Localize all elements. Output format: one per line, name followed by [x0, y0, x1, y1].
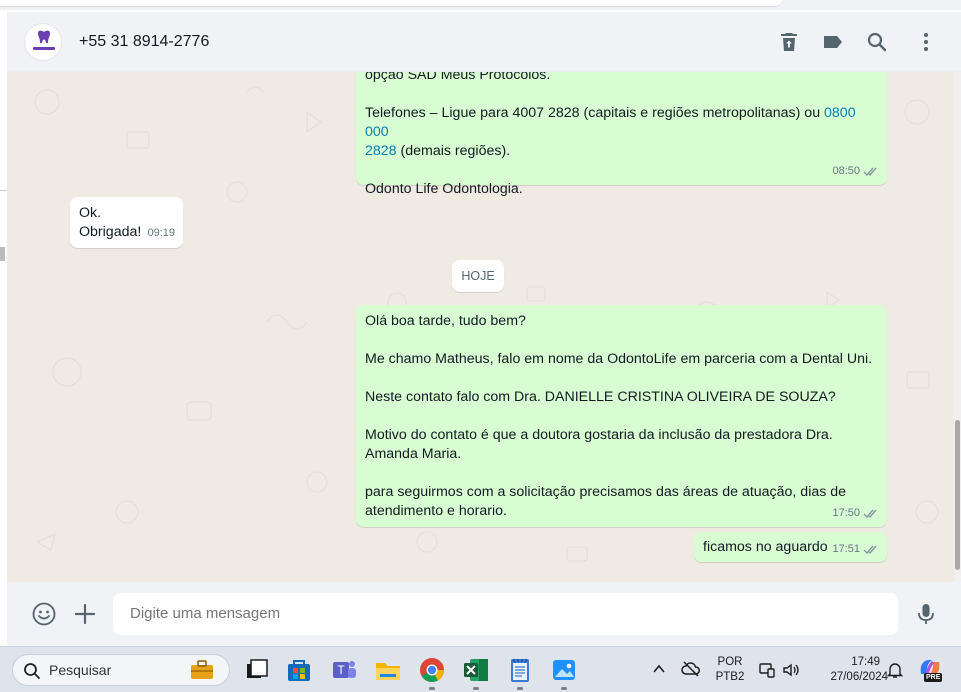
chat-scrollbar[interactable] [954, 72, 961, 582]
message-text: Ok. [79, 205, 102, 221]
briefcase-icon [191, 660, 213, 679]
message-meta: 09:19 [147, 224, 175, 243]
trash-icon[interactable] [777, 30, 801, 54]
menu-icon[interactable] [914, 30, 938, 54]
scrollbar-thumb[interactable] [955, 420, 960, 570]
message-bubble-outgoing[interactable]: opção SAD Meus Protocolos. Telefones – L… [356, 72, 887, 197]
double-check-icon [863, 545, 877, 555]
network-icon[interactable] [758, 661, 776, 679]
browser-top-strip [0, 0, 961, 10]
chrome-icon[interactable] [417, 655, 447, 685]
notepad-icon[interactable] [505, 655, 535, 685]
copilot-badge: PRE [924, 673, 943, 682]
message-text: Me chamo Matheus, falo em nome da Odonto… [365, 351, 873, 367]
message-composer [7, 582, 961, 646]
message-bubble-outgoing[interactable]: ficamos no aguardo 17:51 [694, 532, 887, 562]
clock[interactable]: 17:49 27/06/2024 [808, 656, 888, 683]
file-explorer-icon[interactable] [373, 655, 403, 685]
double-check-icon [863, 509, 877, 519]
message-text: Telefones – Ligue para 4007 2828 (capita… [365, 104, 878, 161]
tooth-logo-icon [33, 30, 55, 50]
photos-running-indicator [561, 687, 567, 690]
message-meta: 08:50 [832, 162, 879, 181]
message-text: atendimento e horario. [365, 503, 507, 519]
notepad-running-indicator [517, 687, 523, 690]
double-check-icon [863, 167, 877, 177]
message-text: opção SAD Meus Protocolos. [365, 72, 551, 83]
microphone-icon[interactable] [913, 601, 939, 627]
emoji-icon[interactable] [31, 601, 57, 627]
teams-icon[interactable]: T [329, 655, 359, 685]
volume-icon[interactable] [782, 661, 800, 679]
message-meta: 17:50 [832, 504, 879, 523]
message-text: Amanda Maria. [365, 446, 462, 462]
excel-running-indicator [473, 687, 479, 690]
message-time: 09:19 [147, 227, 175, 239]
message-time: 17:51 [832, 543, 860, 555]
windows-taskbar: Pesquisar T POR PTB2 17:49 27/06/2024 PR… [0, 646, 961, 692]
microsoft-store-icon[interactable] [284, 655, 314, 685]
keyboard-layout: PTB2 [715, 671, 745, 683]
task-view-icon[interactable] [242, 655, 272, 685]
message-text: Odonto Life Odontologia. [365, 181, 523, 197]
browser-tab-edge [0, 0, 782, 7]
sliver-control [0, 247, 5, 261]
message-input[interactable] [113, 593, 898, 635]
message-text: Olá boa tarde, tudo bem? [365, 313, 526, 329]
sliver-divider [0, 190, 7, 191]
date-separator: HOJE [452, 260, 504, 292]
clock-date: 27/06/2024 [830, 671, 888, 683]
language-code: POR [717, 656, 743, 668]
message-text: Neste contato falo com Dra. DANIELLE CRI… [365, 389, 836, 405]
message-text: Motivo do contato é que a doutora gostar… [365, 427, 833, 443]
avatar[interactable] [24, 23, 62, 61]
message-text-segment: (demais regiões). [396, 143, 511, 159]
photos-icon[interactable] [549, 655, 579, 685]
message-time: 08:50 [832, 165, 860, 177]
clock-time: 17:49 [851, 656, 880, 668]
chevron-up-icon[interactable] [652, 662, 666, 676]
chat-header: +55 31 8914-2776 [7, 12, 961, 72]
message-bubble-outgoing[interactable]: Olá boa tarde, tudo bem? Me chamo Matheu… [356, 305, 887, 527]
search-icon[interactable] [865, 30, 889, 54]
excel-icon[interactable] [461, 655, 491, 685]
chrome-running-indicator [429, 687, 435, 690]
message-bubble-incoming[interactable]: Ok. Obrigada! 09:19 [70, 197, 183, 248]
phone-link[interactable]: 2828 [365, 143, 397, 159]
copilot-button[interactable]: PRE [917, 656, 943, 684]
contact-name[interactable]: +55 31 8914-2776 [79, 33, 209, 51]
message-text: para seguirmos com a solicitação precisa… [365, 484, 847, 500]
chat-area[interactable]: opção SAD Meus Protocolos. Telefones – L… [7, 72, 954, 582]
svg-text:T: T [337, 663, 345, 677]
message-meta: 17:51 [832, 540, 879, 559]
taskbar-search-placeholder: Pesquisar [49, 662, 112, 678]
search-icon [24, 663, 40, 679]
keyboard-language[interactable]: POR PTB2 [712, 656, 748, 683]
message-time: 17:50 [832, 507, 860, 519]
label-icon[interactable] [821, 30, 845, 54]
taskbar-search[interactable]: Pesquisar [12, 654, 230, 686]
notification-bell-icon[interactable] [886, 661, 904, 679]
attach-plus-icon[interactable] [72, 601, 98, 627]
message-text-segment: Telefones – Ligue para 4007 2828 (capita… [365, 105, 825, 121]
cloud-offline-icon[interactable] [681, 660, 701, 678]
